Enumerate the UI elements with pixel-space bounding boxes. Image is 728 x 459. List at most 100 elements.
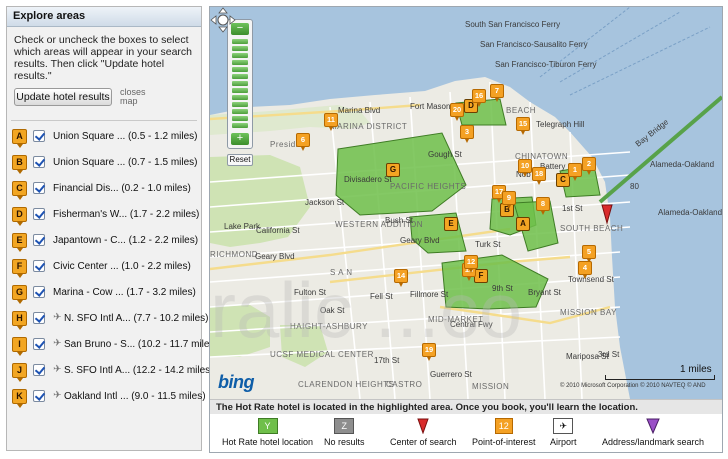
legend-item-no-results: Z No results bbox=[324, 418, 365, 447]
area-checkbox[interactable] bbox=[33, 364, 45, 376]
poi-marker[interactable]: 5 bbox=[582, 245, 596, 263]
area-row-k: K ✈ Oakland Intl ... (9.0 - 11.5 miles) bbox=[7, 387, 206, 409]
area-marker-a[interactable]: A bbox=[516, 217, 530, 231]
map-reset-button[interactable]: Reset bbox=[227, 154, 253, 166]
poi-marker[interactable]: 11 bbox=[324, 113, 338, 131]
map-canvas[interactable]: MARINA DISTRICT PACIFIC HEIGHTS WESTERN … bbox=[210, 7, 722, 399]
zoom-level-bar[interactable] bbox=[232, 123, 248, 128]
ferry-tiburon: San Francisco-Tiburon Ferry bbox=[495, 60, 597, 69]
hood-marina: MARINA DISTRICT bbox=[330, 122, 407, 131]
zoom-level-bar[interactable] bbox=[232, 109, 248, 114]
ferry-lines bbox=[539, 7, 711, 96]
area-badge: K bbox=[12, 389, 27, 408]
area-checkbox[interactable] bbox=[33, 260, 45, 272]
poi-marker[interactable]: 19 bbox=[422, 343, 436, 361]
airplane-icon: ✈ bbox=[53, 338, 62, 349]
poi-marker[interactable]: 16 bbox=[472, 89, 486, 107]
map-graphic: MARINA DISTRICT PACIFIC HEIGHTS WESTERN … bbox=[210, 7, 722, 399]
poi-marker[interactable]: 3 bbox=[460, 125, 474, 143]
area-row-h: H ✈ N. SFO Intl A... (7.7 - 10.2 miles) bbox=[7, 309, 209, 331]
street-1st: 1st St bbox=[562, 204, 583, 213]
area-badge: F bbox=[12, 259, 27, 278]
poi-marker[interactable]: 14 bbox=[394, 269, 408, 287]
explore-areas-panel: Explore areas Check or uncheck the boxes… bbox=[6, 6, 218, 451]
area-marker-g[interactable]: G bbox=[386, 163, 400, 177]
zoom-in-button[interactable]: + bbox=[231, 133, 249, 145]
zoom-level-bar[interactable] bbox=[232, 74, 248, 79]
poi-marker[interactable]: 9 bbox=[502, 191, 516, 209]
area-label: S. SFO Intl A... (12.2 - 14.2 miles) bbox=[64, 365, 214, 376]
street-marina-blvd: Marina Blvd bbox=[338, 106, 380, 115]
legend-label: No results bbox=[324, 437, 365, 447]
legend-item-address-landmark: Address/landmark search bbox=[602, 418, 704, 447]
area-checkbox[interactable] bbox=[33, 182, 45, 194]
zoom-level-bar[interactable] bbox=[232, 46, 248, 51]
area-checkbox[interactable] bbox=[33, 234, 45, 246]
area-badge: D bbox=[12, 207, 27, 226]
panel-instructions: Check or uncheck the boxes to select whi… bbox=[14, 34, 193, 82]
area-checkbox[interactable] bbox=[33, 312, 45, 324]
hood-south-beach: SOUTH BEACH bbox=[560, 224, 623, 233]
ferry-sausalito: San Francisco-Sausalito Ferry bbox=[480, 40, 588, 49]
poi-marker[interactable]: 6 bbox=[296, 133, 310, 151]
area-badge: G bbox=[12, 285, 27, 304]
zoom-level-bar[interactable] bbox=[232, 102, 248, 107]
area-checkbox[interactable] bbox=[33, 156, 45, 168]
poi-marker[interactable]: 4 bbox=[578, 261, 592, 279]
legend-label: Airport bbox=[550, 437, 577, 447]
street-3rd: 3rd St bbox=[598, 350, 620, 359]
area-checkbox[interactable] bbox=[33, 130, 45, 142]
poi-marker[interactable]: 15 bbox=[516, 117, 530, 135]
zoom-level-bar[interactable] bbox=[232, 53, 248, 58]
poi-marker[interactable]: 18 bbox=[532, 167, 546, 185]
zoom-level-bar[interactable] bbox=[232, 39, 248, 44]
area-marker-f[interactable]: F bbox=[474, 269, 488, 283]
street-telegraph-hill: Telegraph Hill bbox=[536, 120, 585, 129]
map-copyright: © 2010 Microsoft Corporation © 2010 NAVT… bbox=[560, 383, 706, 389]
street-guerrero: Guerrero St bbox=[430, 370, 473, 379]
poi-marker[interactable]: 7 bbox=[490, 84, 504, 102]
area-row-c: C Financial Dis... (0.2 - 1.0 miles) bbox=[7, 179, 201, 201]
hood-pacific-heights: PACIFIC HEIGHTS bbox=[390, 182, 466, 191]
poi-marker[interactable]: 10 bbox=[518, 159, 532, 177]
zoom-control[interactable]: − + bbox=[227, 19, 253, 149]
poi-marker[interactable]: 2 bbox=[582, 157, 596, 175]
legend-label: Center of search bbox=[390, 437, 457, 447]
street-california: California St bbox=[256, 226, 300, 235]
poi-marker[interactable]: 20 bbox=[450, 103, 464, 121]
legend-label: Point-of-interest bbox=[472, 437, 536, 447]
street-turk: Turk St bbox=[475, 240, 501, 249]
airplane-icon: ✈ bbox=[53, 364, 62, 375]
legend-label: Hot Rate hotel location bbox=[222, 437, 314, 447]
street-divisadero: Divisadero St bbox=[344, 175, 392, 184]
pan-move-icon[interactable] bbox=[210, 7, 236, 33]
poi-marker[interactable]: 8 bbox=[536, 197, 550, 215]
area-checkbox[interactable] bbox=[33, 390, 45, 402]
area-checkbox[interactable] bbox=[33, 338, 45, 350]
area-marker-e[interactable]: E bbox=[444, 217, 458, 231]
hood-richmond: RICHMOND bbox=[210, 250, 258, 259]
zoom-level-bar[interactable] bbox=[232, 116, 248, 121]
street-geary: Geary Blvd bbox=[255, 252, 295, 261]
legend-item-poi: 12 Point-of-interest bbox=[472, 418, 536, 447]
zoom-level-bar[interactable] bbox=[232, 95, 248, 100]
zoom-level-bar[interactable] bbox=[232, 60, 248, 65]
area-checkbox[interactable] bbox=[33, 208, 45, 220]
airplane-icon: ✈ bbox=[53, 312, 62, 323]
zoom-level-bar[interactable] bbox=[232, 88, 248, 93]
street-17th: 17th St bbox=[374, 356, 400, 365]
legend-label: Address/landmark search bbox=[602, 437, 705, 447]
area-row-d: D Fisherman's W... (1.7 - 2.2 miles) bbox=[7, 205, 201, 227]
area-badge: B bbox=[12, 155, 27, 174]
area-label: Union Square ... (0.5 - 1.2 miles) bbox=[53, 131, 198, 142]
zoom-level-bar[interactable] bbox=[232, 67, 248, 72]
poi-marker[interactable]: 1 bbox=[568, 163, 582, 181]
poi-marker[interactable]: 12 bbox=[464, 255, 478, 273]
area-row-e: E Japantown - C... (1.2 - 2.2 miles) bbox=[7, 231, 201, 253]
update-hotel-results-button[interactable]: Update hotel results bbox=[14, 88, 112, 106]
map-scale-bar bbox=[605, 375, 715, 380]
area-checkbox[interactable] bbox=[33, 286, 45, 298]
zoom-level-bar[interactable] bbox=[232, 81, 248, 86]
street-gough: Gough St bbox=[428, 150, 463, 159]
hood-clarendon: CLARENDON HEIGHTS bbox=[298, 380, 395, 389]
